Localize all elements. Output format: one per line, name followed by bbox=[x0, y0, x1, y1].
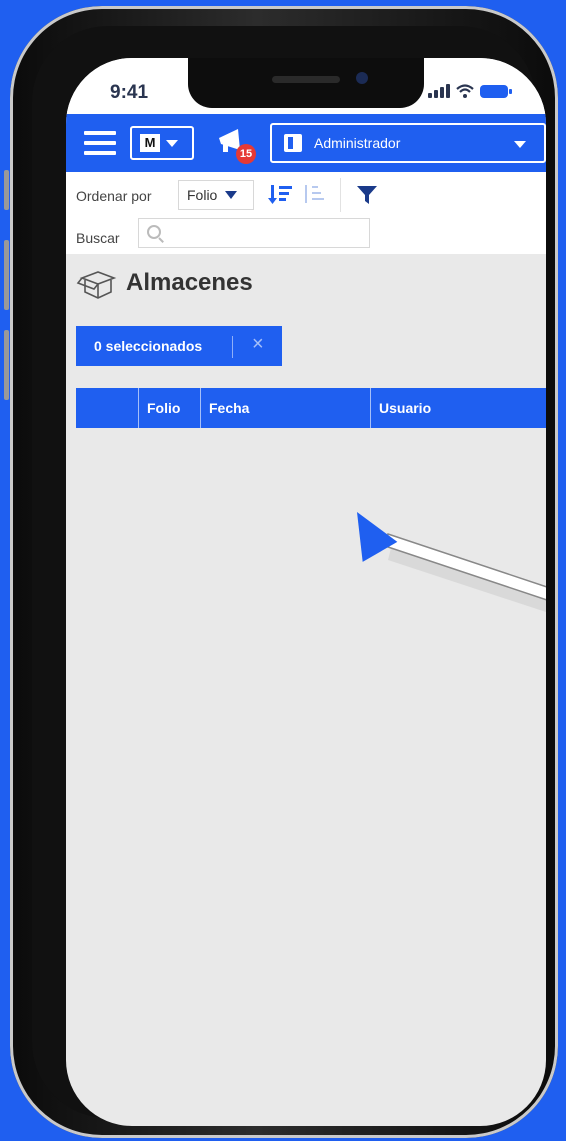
close-icon[interactable]: × bbox=[252, 333, 264, 356]
role-dropdown[interactable]: Administrador bbox=[270, 123, 546, 163]
phone-bezel: 9:41 M 15 Administrador Ordenar por Foli… bbox=[32, 26, 546, 1126]
search-field[interactable] bbox=[138, 218, 370, 248]
column-folio[interactable]: Folio bbox=[138, 388, 200, 428]
notification-badge: 15 bbox=[236, 144, 256, 164]
box-icon bbox=[76, 271, 117, 299]
status-time: 9:41 bbox=[110, 82, 149, 103]
m-dropdown[interactable]: M bbox=[130, 126, 194, 160]
sort-dropdown[interactable]: Folio bbox=[178, 180, 254, 210]
side-button bbox=[4, 330, 9, 400]
sort-label: Ordenar por bbox=[76, 188, 152, 204]
chevron-down-icon bbox=[166, 139, 178, 147]
notifications-button[interactable]: 15 bbox=[216, 126, 256, 166]
selection-bar[interactable]: 0 seleccionados × bbox=[76, 326, 282, 366]
status-icons bbox=[428, 84, 512, 98]
sort-descending-icon[interactable] bbox=[268, 183, 294, 207]
screen: 9:41 M 15 Administrador Ordenar por Foli… bbox=[66, 58, 546, 1126]
column-usuario[interactable]: Usuario bbox=[370, 388, 546, 428]
speaker bbox=[272, 76, 340, 83]
phone-frame: 9:41 M 15 Administrador Ordenar por Foli… bbox=[10, 6, 558, 1138]
table-header: Folio Fecha Usuario bbox=[76, 388, 546, 428]
chevron-down-icon bbox=[225, 191, 238, 199]
toolbar-divider bbox=[340, 178, 341, 212]
toolbar: Ordenar por Folio Buscar bbox=[66, 172, 546, 254]
sort-value: Folio bbox=[187, 187, 218, 203]
filter-icon[interactable] bbox=[356, 184, 378, 206]
selection-count: 0 seleccionados bbox=[94, 338, 203, 354]
search-input[interactable] bbox=[167, 223, 367, 245]
book-icon bbox=[284, 134, 302, 152]
column-select[interactable] bbox=[76, 388, 138, 428]
sort-ascending-icon[interactable] bbox=[302, 183, 328, 207]
m-dropdown-label: M bbox=[140, 134, 160, 152]
side-button bbox=[4, 240, 9, 310]
column-fecha[interactable]: Fecha bbox=[200, 388, 370, 428]
role-label: Administrador bbox=[314, 135, 401, 151]
page-title: Almacenes bbox=[126, 269, 253, 296]
chevron-down-icon bbox=[514, 141, 526, 148]
signal-icon bbox=[428, 84, 450, 98]
search-icon bbox=[147, 225, 161, 239]
wifi-icon bbox=[456, 84, 474, 98]
search-label: Buscar bbox=[76, 230, 120, 246]
side-button bbox=[4, 170, 9, 210]
camera bbox=[356, 72, 368, 84]
battery-icon bbox=[480, 85, 512, 98]
hamburger-menu-icon[interactable] bbox=[84, 131, 116, 155]
pointer-arrow-icon bbox=[357, 512, 546, 613]
notch bbox=[188, 58, 424, 108]
top-app-bar: M 15 Administrador bbox=[66, 114, 546, 172]
selection-divider bbox=[232, 336, 233, 358]
